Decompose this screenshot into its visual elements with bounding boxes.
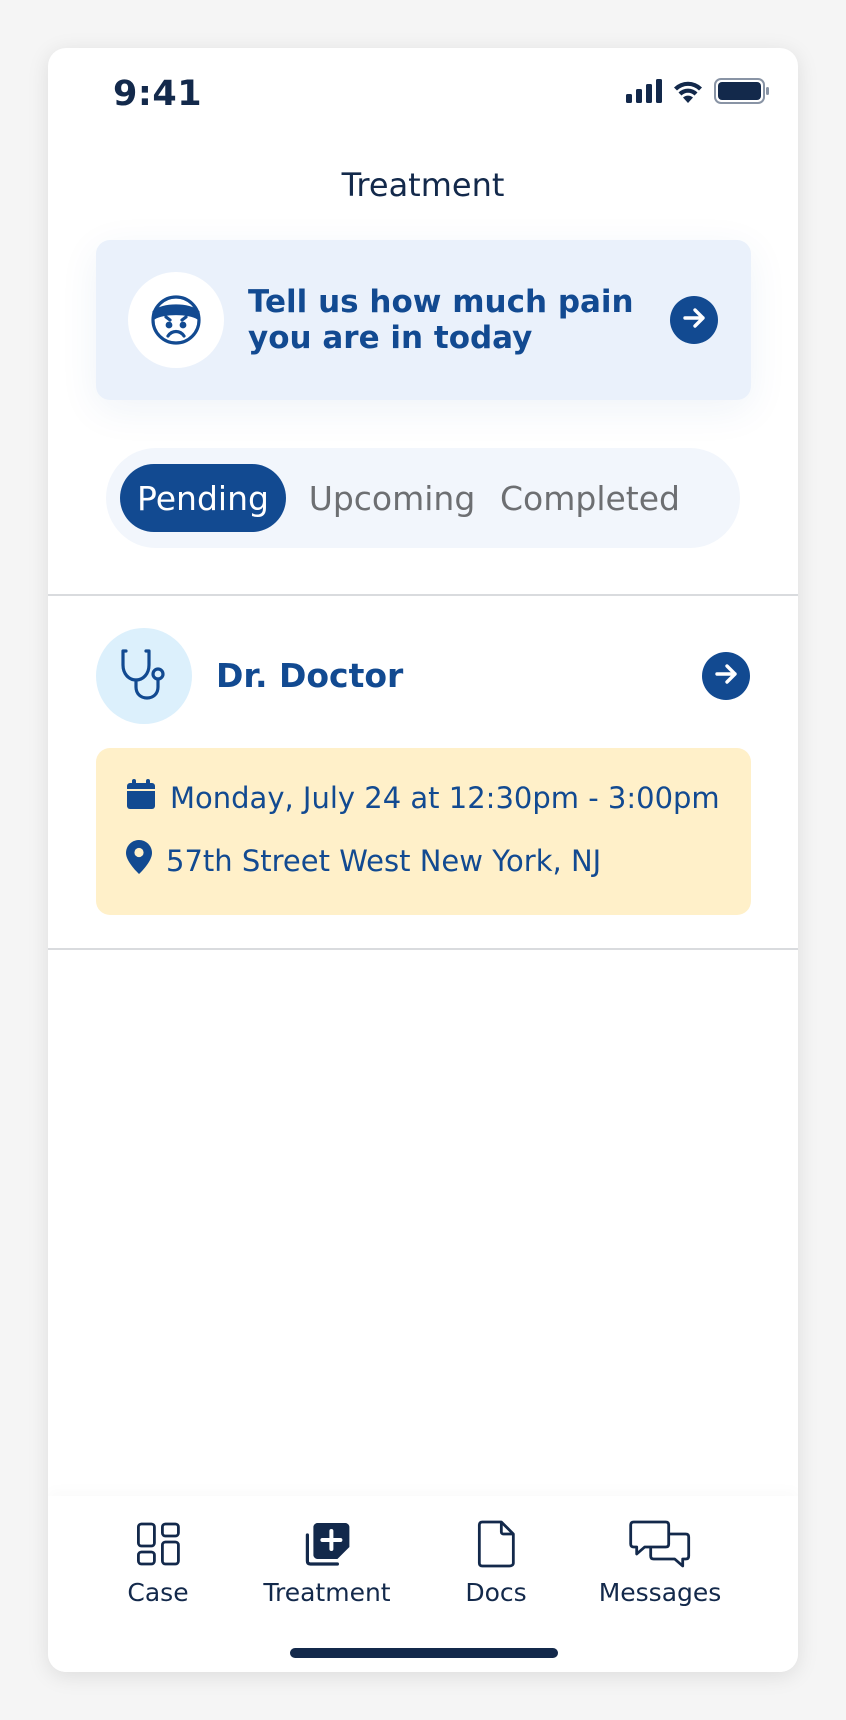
stethoscope-icon <box>118 647 170 705</box>
status-time: 9:41 <box>113 74 203 114</box>
document-icon <box>477 1520 515 1568</box>
treatment-plus-icon <box>303 1520 351 1568</box>
phone-screen: 9:41 Treatment Tell us how much pain you… <box>48 48 798 1672</box>
case-grid-icon <box>136 1520 180 1568</box>
cellular-signal-icon <box>626 79 662 107</box>
pain-prompt-text: Tell us how much pain you are in today <box>248 284 634 356</box>
nav-label-messages: Messages <box>598 1578 722 1607</box>
divider <box>48 948 798 950</box>
home-indicator[interactable] <box>290 1648 558 1658</box>
bottom-navigation: Case Treatment Docs Messages <box>48 1496 798 1672</box>
status-bar: 9:41 <box>48 48 798 138</box>
nav-item-treatment[interactable]: Treatment <box>263 1520 391 1607</box>
nav-label-treatment: Treatment <box>263 1578 391 1607</box>
appointment-details: Monday, July 24 at 12:30pm - 3:00pm 57th… <box>96 748 751 915</box>
nav-item-messages[interactable]: Messages <box>598 1520 722 1607</box>
battery-icon <box>714 78 770 108</box>
nav-item-case[interactable]: Case <box>127 1520 189 1607</box>
doctor-avatar <box>96 628 192 724</box>
nav-label-case: Case <box>127 1578 189 1607</box>
pain-prompt-arrow-button[interactable] <box>670 296 718 344</box>
arrow-right-icon <box>713 661 739 691</box>
tab-completed[interactable]: Completed <box>492 464 688 532</box>
appointment-location-line: 57th Street West New York, NJ <box>126 840 601 881</box>
pain-face-icon <box>148 290 204 350</box>
status-icons <box>626 78 770 108</box>
doctor-name: Dr. Doctor <box>216 656 404 695</box>
pain-checkin-card[interactable]: Tell us how much pain you are in today <box>96 240 751 400</box>
tab-pending[interactable]: Pending <box>120 464 286 532</box>
nav-item-docs[interactable]: Docs <box>465 1520 527 1607</box>
appointment-location: 57th Street West New York, NJ <box>166 843 602 878</box>
calendar-icon <box>126 778 156 817</box>
nav-label-docs: Docs <box>465 1578 527 1607</box>
divider <box>48 594 798 596</box>
appointment-status-tabs: Pending Upcoming Completed <box>106 448 740 548</box>
doctor-arrow-button[interactable] <box>702 652 750 700</box>
pain-face-avatar <box>128 272 224 368</box>
location-pin-icon <box>126 840 152 881</box>
messages-icon <box>629 1520 691 1568</box>
page-title: Treatment <box>341 166 505 204</box>
appointment-datetime-line: Monday, July 24 at 12:30pm - 3:00pm <box>126 778 720 817</box>
tab-upcoming[interactable]: Upcoming <box>306 464 478 532</box>
appointment-doctor-row[interactable]: Dr. Doctor <box>48 628 798 738</box>
wifi-icon <box>672 79 704 107</box>
appointment-datetime: Monday, July 24 at 12:30pm - 3:00pm <box>170 780 720 815</box>
arrow-right-icon <box>681 305 707 335</box>
